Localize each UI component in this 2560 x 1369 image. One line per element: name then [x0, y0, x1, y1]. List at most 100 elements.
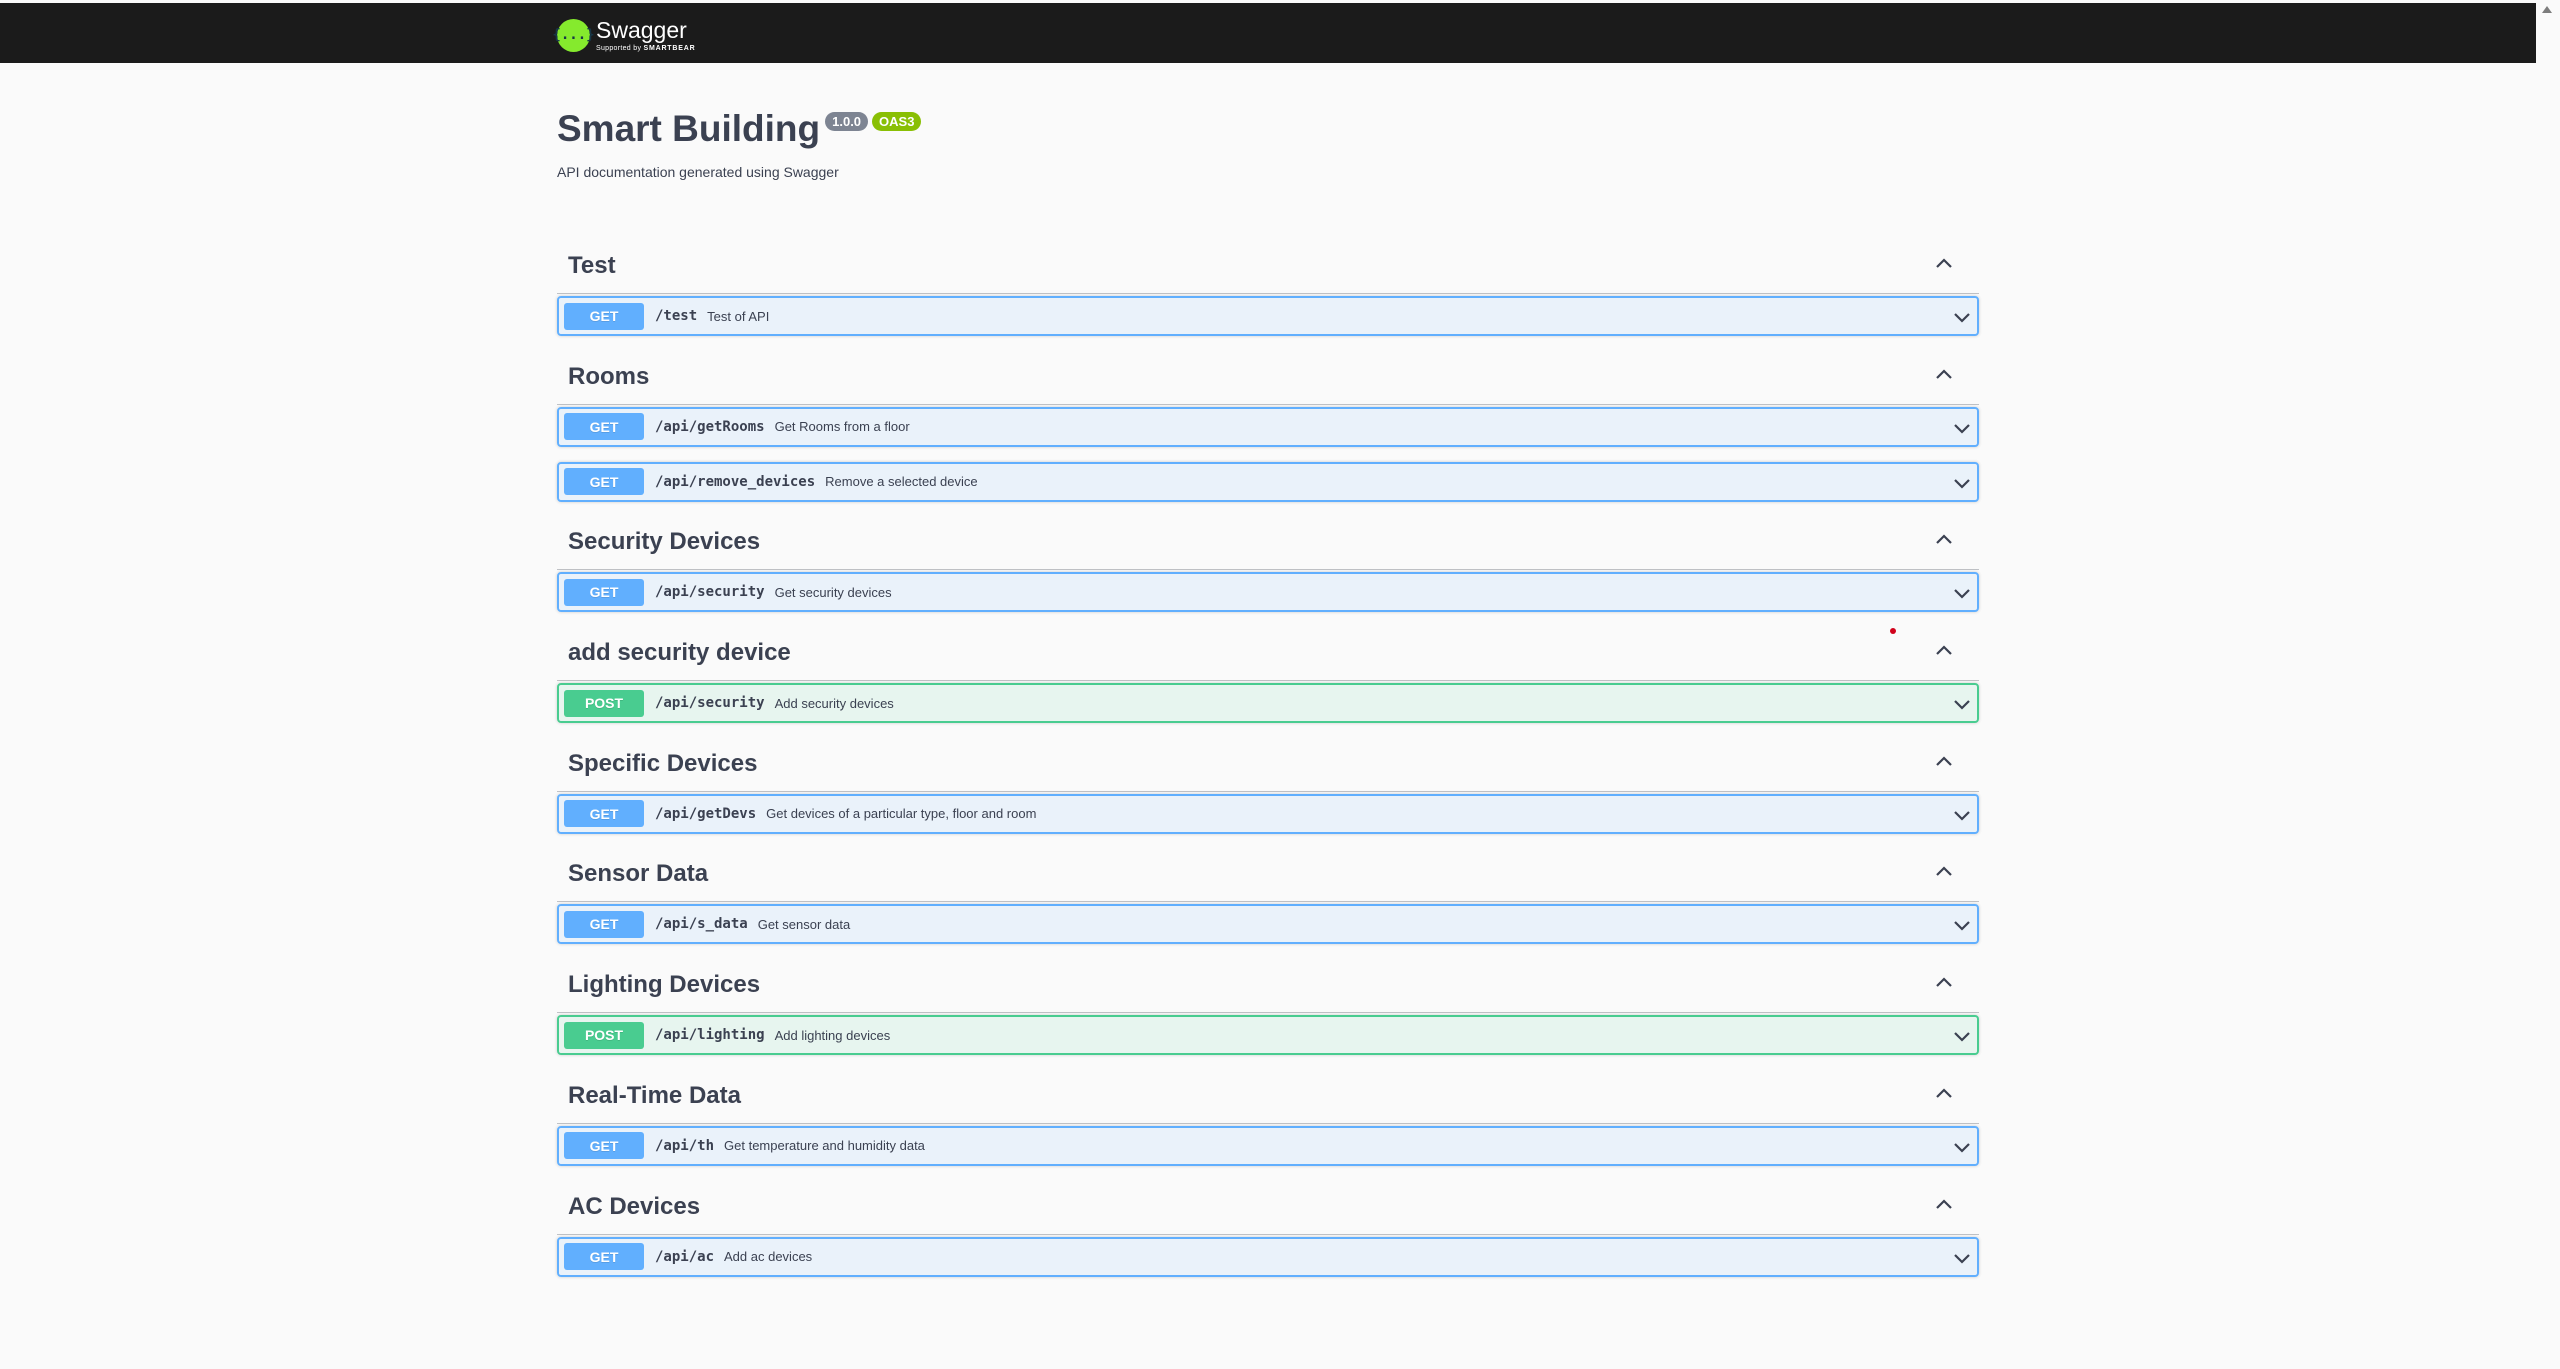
chevron-down-icon[interactable] — [1953, 1140, 1971, 1154]
chevron-up-icon[interactable] — [1935, 975, 1953, 989]
operation-row[interactable]: GET/api/ac Add ac devices — [557, 1236, 1979, 1277]
tag-name: Specific Devices — [568, 749, 758, 777]
page-scrollbar[interactable] — [2536, 0, 2560, 1369]
operation-row[interactable]: GET/api/s_data Get sensor data — [557, 904, 1979, 945]
tag-header[interactable]: Test — [557, 236, 1979, 294]
operation-summary: Test of API — [707, 308, 770, 324]
tag-section: Sensor Data GET/api/s_data Get sensor data — [557, 844, 1979, 955]
operation-row[interactable]: POST/api/lighting Add lighting devices — [557, 1015, 1979, 1056]
operation-path: /api/getRooms — [655, 418, 765, 435]
tag-header[interactable]: Rooms — [557, 347, 1979, 405]
operation-path: /api/security — [655, 695, 765, 712]
tag-header[interactable]: Specific Devices — [557, 734, 1979, 792]
tag-header[interactable]: AC Devices — [557, 1177, 1979, 1235]
page-title: Smart Building — [557, 108, 821, 149]
chevron-up-icon[interactable] — [1935, 643, 1953, 657]
api-description: API documentation generated using Swagge… — [557, 164, 839, 180]
chevron-down-icon[interactable] — [1953, 697, 1971, 711]
version-badge: 1.0.0 — [825, 112, 869, 131]
operation-path: /api/th — [655, 1137, 715, 1154]
chevron-up-icon[interactable] — [1935, 754, 1953, 768]
operation-row[interactable]: GET/api/th Get temperature and humidity d… — [557, 1125, 1979, 1166]
operation-summary: Get security devices — [774, 584, 892, 600]
operation-row[interactable]: GET/api/getDevs Get devices of a particul… — [557, 793, 1979, 834]
topbar: {...} Swagger Supported by SMARTBEAR — [0, 3, 2536, 63]
chevron-up-icon[interactable] — [1935, 864, 1953, 878]
tag-section: Lighting Devices POST/api/lighting Add lig… — [557, 955, 1979, 1066]
logo-sub-prefix: Supported by — [596, 44, 642, 52]
swagger-logo[interactable]: {...} Swagger Supported by SMARTBEAR — [552, 15, 695, 55]
tag-name: Security Devices — [568, 528, 761, 556]
operation-row[interactable]: GET/api/remove_devices Remove a selected … — [557, 461, 1979, 502]
tag-section: Specific Devices GET/api/getDevs Get devic… — [557, 734, 1979, 845]
operation-row[interactable]: GET/api/security Get security devices — [557, 572, 1979, 613]
method-badge: GET — [564, 910, 644, 938]
chevron-up-icon[interactable] — [1935, 532, 1953, 546]
tag-header[interactable]: Security Devices — [557, 512, 1979, 571]
method-badge: GET — [564, 413, 644, 441]
method-badge: GET — [564, 302, 644, 330]
tag-name: Test — [568, 252, 616, 279]
chevron-down-icon[interactable] — [1953, 421, 1971, 435]
method-badge: POST — [564, 1021, 644, 1049]
operation-path: /test — [655, 308, 698, 324]
chevron-up-icon[interactable] — [1935, 1197, 1953, 1211]
chevron-down-icon[interactable] — [1953, 586, 1971, 600]
operation-path: /api/remove_devices — [655, 473, 816, 490]
tag-name: Sensor Data — [568, 860, 709, 888]
operation-path: /api/ac — [655, 1248, 715, 1265]
chevron-down-icon[interactable] — [1953, 808, 1971, 822]
operation-summary: Add security devices — [774, 695, 894, 711]
tag-name: Rooms — [568, 362, 650, 390]
operation-path: /api/s_data — [655, 916, 748, 933]
tag-list: Test GET/test Test of API Rooms GET/api/getR… — [557, 236, 1979, 1287]
chevron-up-icon[interactable] — [1935, 1086, 1953, 1100]
chevron-down-icon[interactable] — [1953, 310, 1971, 324]
scroll-up-arrow-icon[interactable] — [2542, 6, 2552, 13]
tag-name: AC Devices — [568, 1192, 701, 1220]
swagger-logo-icon: {...} — [552, 18, 595, 52]
tag-header[interactable]: Lighting Devices — [557, 955, 1979, 1014]
operation-row[interactable]: GET/api/getRooms Get Rooms from a floor — [557, 406, 1979, 447]
tag-header[interactable]: Real-Time Data — [557, 1066, 1979, 1124]
tag-section: Real-Time Data GET/api/th Get temperature … — [557, 1066, 1979, 1177]
chevron-down-icon[interactable] — [1953, 476, 1971, 490]
tag-name: Lighting Devices — [568, 971, 761, 999]
operation-summary: Get devices of a particular type, floor … — [766, 806, 1037, 822]
chevron-down-icon[interactable] — [1953, 918, 1971, 932]
oas-badge: OAS3 — [872, 112, 922, 131]
tag-name: Real-Time Data — [568, 1081, 741, 1109]
method-badge: GET — [564, 578, 644, 606]
chevron-up-icon[interactable] — [1935, 367, 1953, 381]
api-info: Smart Building 1.0.0 OAS3 API documentat… — [557, 108, 922, 180]
method-badge: GET — [564, 1243, 644, 1270]
operation-summary: Get temperature and humidity data — [724, 1138, 925, 1154]
tag-section: add security device POST/api/security Add … — [557, 623, 1979, 734]
tag-section: Security Devices GET/api/security Get secu… — [557, 512, 1979, 623]
operation-summary: Add ac devices — [724, 1249, 813, 1264]
operation-summary: Get sensor data — [757, 916, 851, 932]
method-badge: POST — [564, 689, 644, 717]
method-badge: GET — [564, 468, 644, 496]
chevron-down-icon[interactable] — [1953, 1251, 1971, 1265]
logo-subtitle: Supported by SMARTBEAR — [596, 45, 695, 52]
chevron-down-icon[interactable] — [1953, 1029, 1971, 1043]
method-badge: GET — [564, 800, 644, 828]
chevron-up-icon[interactable] — [1935, 256, 1953, 270]
operation-path: /api/getDevs — [655, 805, 757, 822]
operation-summary: Remove a selected device — [825, 474, 978, 490]
operation-row[interactable]: GET/test Test of API — [557, 296, 1979, 336]
tag-name: add security device — [568, 639, 791, 667]
title-row: Smart Building 1.0.0 OAS3 — [557, 108, 922, 150]
operation-path: /api/security — [655, 584, 765, 601]
operation-path: /api/lighting — [655, 1027, 765, 1044]
swagger-logo-text: Swagger Supported by SMARTBEAR — [596, 16, 695, 52]
method-badge: GET — [564, 1132, 644, 1160]
logo-sub-brand: SMARTBEAR — [643, 44, 696, 52]
logo-name: Swagger — [596, 16, 687, 43]
tag-header[interactable]: Sensor Data — [557, 844, 1979, 903]
tag-header[interactable]: add security device — [557, 623, 1979, 682]
operation-summary: Add lighting devices — [774, 1027, 891, 1043]
operation-row[interactable]: POST/api/security Add security devices — [557, 683, 1979, 724]
tag-section: AC Devices GET/api/ac Add ac devices — [557, 1177, 1979, 1288]
